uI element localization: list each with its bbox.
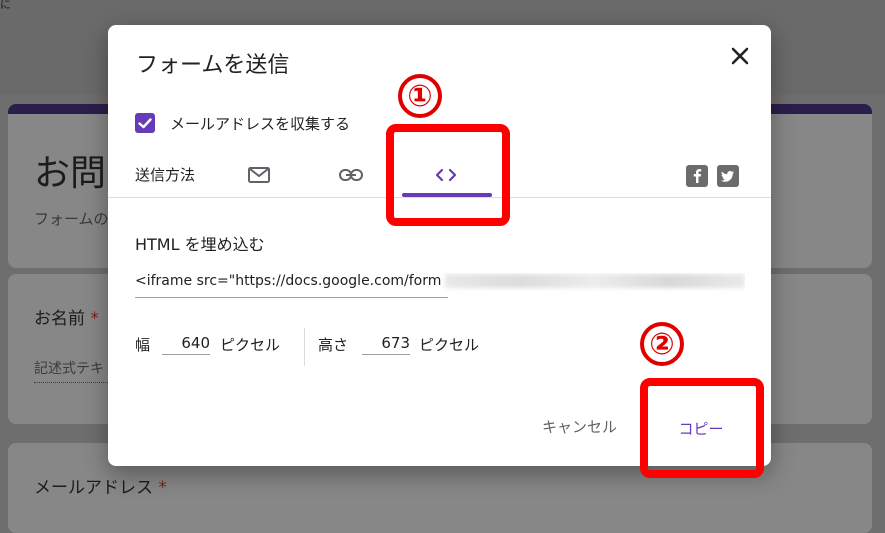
- send-via-label: 送信方法: [135, 166, 196, 184]
- highlight-embed-tab: [386, 124, 510, 226]
- required-asterisk: *: [90, 309, 99, 329]
- close-button[interactable]: [727, 43, 753, 69]
- facebook-icon: [693, 169, 702, 183]
- checkmark-icon: [138, 118, 152, 129]
- required-asterisk: *: [158, 478, 167, 498]
- width-input[interactable]: 640: [162, 334, 210, 355]
- link-icon: [339, 169, 363, 181]
- background-top-text: に: [0, 0, 11, 11]
- width-unit-label: ピクセル: [220, 336, 281, 354]
- redacted-url: [445, 274, 745, 288]
- tab-email[interactable]: [224, 155, 294, 195]
- twitter-share-button[interactable]: [717, 165, 739, 187]
- embed-html-heading: HTML を埋め込む: [135, 235, 265, 254]
- collect-email-label: メールアドレスを収集する: [170, 115, 351, 133]
- close-icon: [731, 47, 749, 65]
- facebook-share-button[interactable]: [686, 165, 708, 187]
- collect-email-checkbox[interactable]: [135, 113, 155, 133]
- twitter-icon: [721, 171, 734, 182]
- background-form-title: お問: [34, 153, 107, 194]
- height-input[interactable]: 673: [362, 334, 410, 355]
- embed-code-field[interactable]: <iframe src="https://docs.google.com/for…: [135, 273, 745, 297]
- width-label: 幅: [135, 336, 151, 354]
- tab-link[interactable]: [316, 155, 386, 195]
- highlight-copy-button: [640, 378, 764, 478]
- mail-icon: [248, 167, 270, 183]
- background-form-description: フォームの: [34, 210, 109, 228]
- embed-code-text: <iframe src="https://docs.google.com/for…: [135, 273, 442, 289]
- height-unit-label: ピクセル: [419, 336, 480, 354]
- background-question-label: メールアドレス: [34, 478, 153, 498]
- background-question-label: お名前: [34, 309, 85, 329]
- height-label: 高さ: [318, 336, 349, 354]
- embed-code-underline: [135, 297, 448, 298]
- step-1-marker: ①: [398, 74, 442, 118]
- dialog-title: フォームを送信: [136, 53, 290, 78]
- step-2-marker: ②: [640, 322, 684, 366]
- cancel-button[interactable]: キャンセル: [542, 416, 617, 437]
- dimension-separator: [304, 328, 305, 366]
